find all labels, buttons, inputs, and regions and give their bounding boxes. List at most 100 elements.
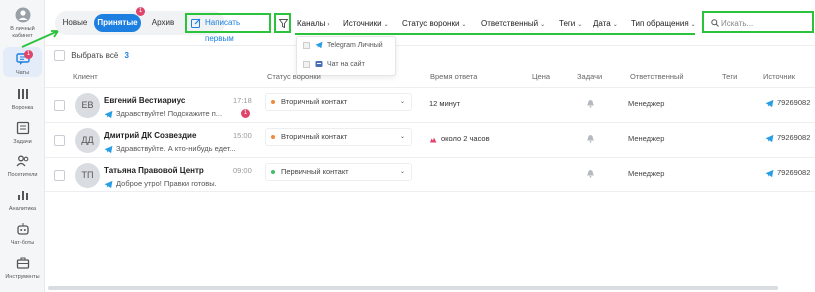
filter-responsible[interactable]: Ответственный ⌄ [481,19,545,28]
chevron-down-icon: ⌄ [399,169,405,175]
annotation-underline [295,33,695,35]
status-label: Вторичный контакт [281,132,348,141]
table-row[interactable]: ДД Дмитрий ДК Созвездие 15:00 Здравствуй… [45,122,815,157]
telegram-icon [765,169,774,177]
response-time-text: около 2 часов [441,134,490,143]
chevron-down-icon: ⌄ [399,134,405,140]
sidebar-item-label: Чат-боты [10,240,35,246]
avatar: ТП [75,163,100,188]
sidebar-item-label: Задачи [13,139,32,145]
column-responsible[interactable]: Ответственный [630,72,684,81]
filter-tags-label: Теги [559,19,576,28]
client-name: Татьяна Правовой Центр [104,166,204,175]
source: 79269082 [765,168,810,178]
sidebar-item-analytics[interactable]: Аналитика [0,187,45,213]
horizontal-scrollbar[interactable] [48,286,778,290]
chevron-down-icon: ⌄ [383,22,389,28]
sidebar-item-visitors[interactable]: Посетители [0,153,45,179]
source-text: 79269082 [777,98,811,107]
telegram-icon [104,110,113,118]
write-first-button[interactable]: Написать первым [185,13,271,43]
visitors-icon [15,155,28,167]
column-source[interactable]: Источник [763,72,795,81]
filter-request-type[interactable]: Тип обращения ⌄ [631,19,696,28]
telegram-icon [765,134,774,142]
filter-funnel-status-label: Статус воронки [402,19,460,28]
status-select[interactable]: Первичный контакт ⌄ [265,163,412,181]
sidebar-item-label: Воронка [11,105,34,111]
row-checkbox[interactable] [54,100,65,111]
bell-icon[interactable] [586,99,595,108]
search-input[interactable] [721,16,809,30]
checkbox[interactable] [303,41,310,49]
tab-new[interactable]: Новые [58,14,92,32]
source: 79269082 [765,98,810,108]
chevron-down-icon: ⌄ [399,99,405,105]
telegram-icon [315,41,323,49]
user-icon [15,7,30,23]
response-time: около 2 часов [429,134,490,144]
chats-badge: 1 [24,50,33,59]
column-response-time[interactable]: Время ответа [430,72,477,81]
bell-icon[interactable] [586,134,595,143]
row-checkbox[interactable] [54,135,65,146]
table-header: Клиент Статус воронки Время ответа Цена … [45,70,815,84]
responsible-name: Менеджер [628,169,665,178]
sidebar-item-label: Чаты [15,70,30,76]
slow-response-icon [430,137,437,143]
filter-icon [279,19,288,28]
sidebar-item-funnel[interactable]: Воронка [0,86,45,112]
status-label: Вторичный контакт [281,97,348,106]
sidebar-item-bots[interactable]: Чат-боты [0,221,45,247]
filter-button[interactable] [274,13,291,33]
message-time: 15:00 [233,131,252,140]
tab-accepted-label: Принятые [97,18,138,27]
sidebar-item-chats[interactable]: 1 Чаты [3,47,42,77]
tasks-icon [16,121,29,135]
dropdown-item-telegram[interactable]: Telegram Личный [303,39,383,53]
bot-icon [16,223,29,235]
tab-archive[interactable]: Архив [144,14,182,32]
telegram-icon [104,145,113,153]
edit-icon [191,18,201,28]
bell-icon[interactable] [586,169,595,178]
site-chat-icon [315,61,323,68]
row-checkbox[interactable] [54,170,65,181]
column-client[interactable]: Клиент [73,72,98,81]
top-toolbar: Новые Принятые 1 Архив Написать первым К… [45,0,815,46]
search-box[interactable] [702,11,814,33]
table-row[interactable]: ЕВ Евгений Вестиариус 17:18 Здравствуйте… [45,87,815,122]
tab-accepted[interactable]: Принятые 1 [94,7,145,32]
sidebar-item-tasks[interactable]: Задачи [0,120,45,146]
sidebar-item-tools[interactable]: Инструменты [0,255,45,281]
filter-sources[interactable]: Источники ⌄ [343,19,389,28]
funnel-icon [17,89,28,99]
responsible-name: Менеджер [628,134,665,143]
response-time: 12 минут [429,99,461,108]
filter-channels[interactable]: Каналы › [297,19,329,28]
checkbox[interactable] [303,60,310,68]
filter-tags[interactable]: Теги ⌄ [559,19,582,28]
avatar: ЕВ [75,93,100,118]
table-row[interactable]: ТП Татьяна Правовой Центр 09:00 Доброе у… [45,157,815,192]
status-dot [271,135,275,139]
last-message: Здравствуйте! Подскажите п... [104,109,222,119]
column-tasks[interactable]: Задачи [577,72,602,81]
filter-funnel-status[interactable]: Статус воронки ⌄ [402,19,466,28]
telegram-icon [765,99,774,107]
status-label: Первичный контакт [281,167,349,176]
write-first-label: Написать первым [205,18,241,43]
column-funnel-status[interactable]: Статус воронки [267,72,321,81]
client-name: Дмитрий ДК Созвездие [104,131,197,140]
status-select[interactable]: Вторичный контакт ⌄ [265,128,412,146]
filter-date[interactable]: Дата ⌄ [593,19,618,28]
status-select[interactable]: Вторичный контакт ⌄ [265,93,412,111]
column-price[interactable]: Цена [532,72,550,81]
select-all[interactable]: Выбрать всё 3 [54,50,129,61]
select-all-checkbox[interactable] [54,50,65,61]
analytics-icon [17,191,28,200]
source: 79269082 [765,133,810,143]
column-tags[interactable]: Теги [722,72,737,81]
app-window: В личный кабинет 1 Чаты Воронка Задачи П… [0,0,815,292]
dropdown-item-label: Telegram Личный [327,42,383,49]
